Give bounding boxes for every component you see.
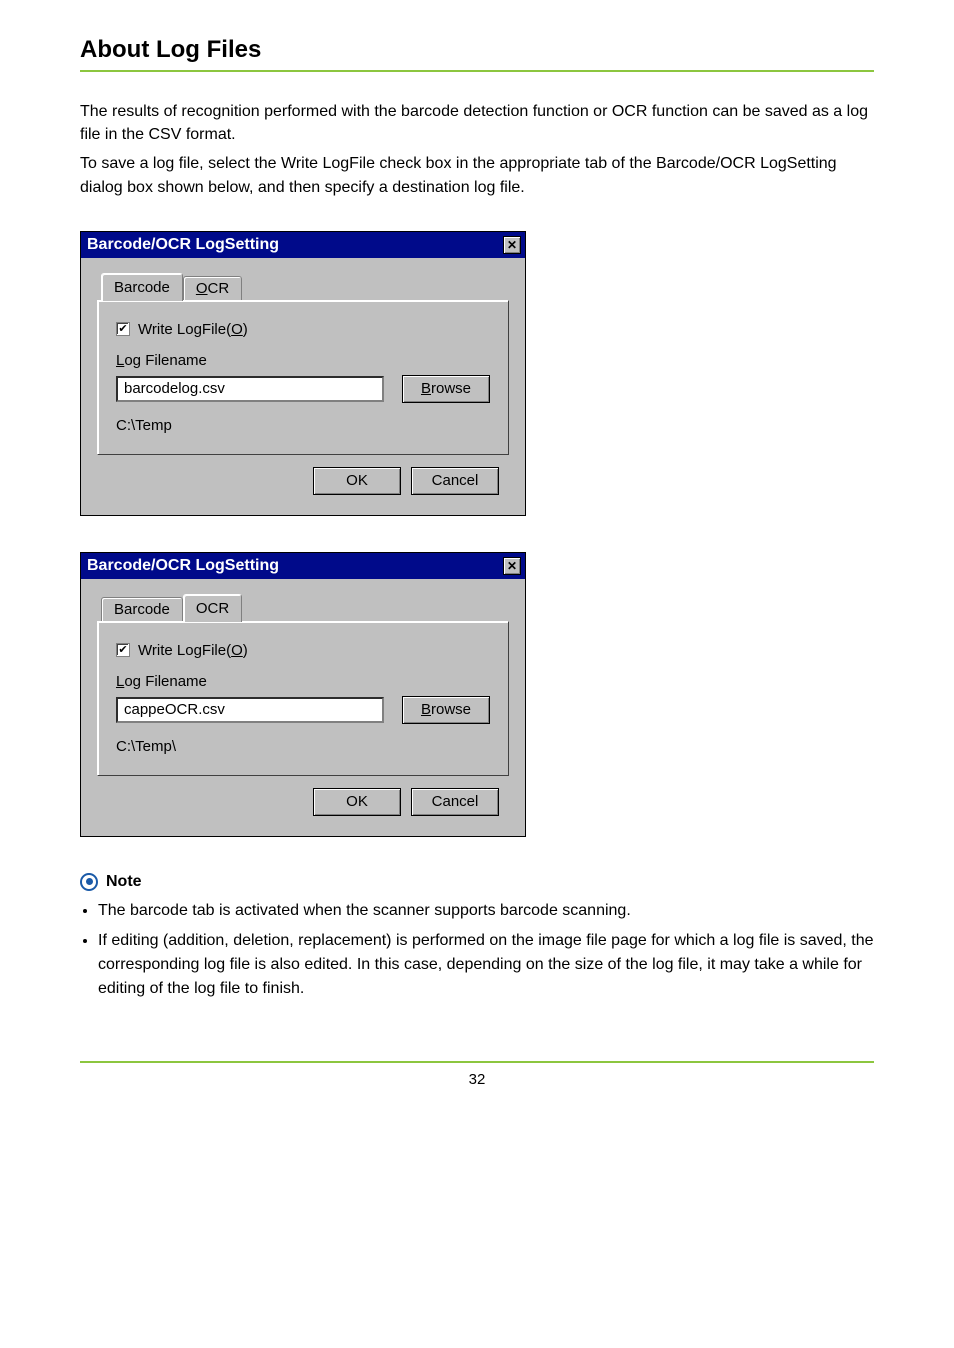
log-path: C:\Temp: [116, 417, 490, 434]
dialog-titlebar: Barcode/OCR LogSetting ✕: [81, 553, 525, 579]
tab-content: ✔ Write LogFile(O) Log Filename barcodel…: [97, 300, 509, 455]
ok-label: OK: [346, 793, 368, 810]
log-filename-label: Log Filename: [116, 673, 490, 690]
cancel-label: Cancel: [432, 793, 479, 810]
wl-prefix: Write LogFile(: [138, 642, 231, 659]
browse-accel: B: [421, 701, 431, 718]
ok-button[interactable]: OK: [313, 467, 401, 495]
write-logfile-label: Write LogFile(O): [138, 321, 248, 338]
dialog-title: Barcode/OCR LogSetting: [87, 557, 279, 575]
intro-paragraph-2: To save a log file, select the Write Log…: [80, 152, 874, 198]
write-logfile-checkbox[interactable]: ✔: [116, 322, 130, 336]
cancel-label: Cancel: [432, 472, 479, 489]
write-logfile-label: Write LogFile(O): [138, 642, 248, 659]
note-heading: Note: [80, 873, 874, 891]
close-button[interactable]: ✕: [503, 557, 521, 575]
close-button[interactable]: ✕: [503, 236, 521, 254]
browse-button[interactable]: Browse: [402, 375, 490, 403]
page-title: About Log Files: [80, 36, 874, 64]
note-item: If editing (addition, deletion, replacem…: [98, 929, 874, 1001]
tab-bar: Barcode OCR: [97, 593, 509, 621]
wl-key: O: [231, 642, 243, 659]
write-logfile-checkbox[interactable]: ✔: [116, 643, 130, 657]
logsetting-dialog-barcode: Barcode/OCR LogSetting ✕ Barcode OCR: [80, 231, 526, 516]
browse-accel: B: [421, 380, 431, 397]
tab-barcode-label: Barcode: [114, 601, 170, 618]
note-item: The barcode tab is activated when the sc…: [98, 899, 874, 923]
page-number: 32: [80, 1071, 874, 1088]
log-filename-label: Log Filename: [116, 352, 490, 369]
tab-bar: Barcode OCR: [97, 272, 509, 300]
tab-ocr[interactable]: OCR: [183, 594, 242, 622]
wl-suffix: ): [243, 642, 248, 659]
dialog-titlebar: Barcode/OCR LogSetting ✕: [81, 232, 525, 258]
note-icon: [80, 873, 98, 891]
tab-barcode[interactable]: Barcode: [101, 273, 183, 301]
logsetting-dialog-ocr: Barcode/OCR LogSetting ✕ Barcode OCR: [80, 552, 526, 837]
footer-rule: [80, 1061, 874, 1063]
log-label-rest: og Filename: [124, 673, 207, 690]
log-label-rest: og Filename: [124, 352, 207, 369]
ok-label: OK: [346, 472, 368, 489]
tab-ocr-accel: O: [196, 280, 208, 297]
close-icon: ✕: [507, 559, 517, 573]
intro-paragraph-1: The results of recognition performed wit…: [80, 100, 874, 146]
tab-ocr-rest: CR: [208, 280, 230, 297]
tab-barcode-label: Barcode: [114, 279, 170, 296]
log-filename-input[interactable]: cappeOCR.csv: [116, 697, 384, 723]
ok-button[interactable]: OK: [313, 788, 401, 816]
browse-rest: rowse: [431, 380, 471, 397]
log-filename-value: barcodelog.csv: [124, 380, 225, 397]
log-path: C:\Temp\: [116, 738, 490, 755]
cancel-button[interactable]: Cancel: [411, 788, 499, 816]
browse-rest: rowse: [431, 701, 471, 718]
log-filename-value: cappeOCR.csv: [124, 701, 225, 718]
tab-ocr-label: OCR: [196, 600, 229, 617]
browse-button[interactable]: Browse: [402, 696, 490, 724]
tab-barcode[interactable]: Barcode: [101, 597, 183, 621]
tab-content: ✔ Write LogFile(O) Log Filename cappeOCR…: [97, 621, 509, 776]
wl-suffix: ): [243, 321, 248, 338]
wl-prefix: Write LogFile(: [138, 321, 231, 338]
cancel-button[interactable]: Cancel: [411, 467, 499, 495]
title-underline: [80, 70, 874, 72]
check-icon: ✔: [118, 645, 127, 656]
check-icon: ✔: [118, 324, 127, 335]
tab-ocr[interactable]: OCR: [183, 276, 242, 300]
log-filename-input[interactable]: barcodelog.csv: [116, 376, 384, 402]
close-icon: ✕: [507, 238, 517, 252]
note-list: The barcode tab is activated when the sc…: [80, 899, 874, 1001]
note-heading-text: Note: [106, 873, 142, 891]
wl-key: O: [231, 321, 243, 338]
dialog-title: Barcode/OCR LogSetting: [87, 236, 279, 254]
